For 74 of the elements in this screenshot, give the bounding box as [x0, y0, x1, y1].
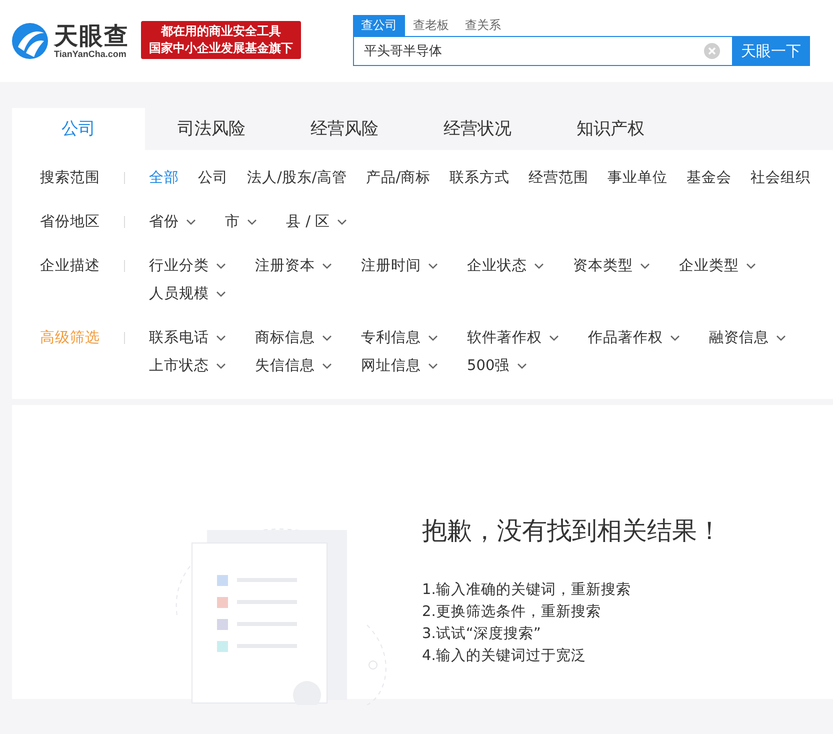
filter-option[interactable]: 产品/商标: [366, 167, 431, 189]
category-tab[interactable]: 经营状况: [411, 108, 544, 150]
filter-dropdown[interactable]: 商标信息: [255, 327, 332, 349]
tip-text: 1.输入准确的关键词，重新搜索: [422, 580, 632, 600]
chevron-down-icon: [216, 262, 226, 270]
empty-title: 抱歉，没有找到相关结果！: [422, 515, 722, 547]
chevron-down-icon: [216, 290, 226, 298]
filter-label: 搜索范围: [40, 169, 101, 188]
filter-dropdown[interactable]: 网址信息: [361, 355, 438, 377]
chevron-down-icon: [247, 218, 257, 226]
chevron-down-icon: [337, 218, 348, 226]
filter-label: 省份地区: [40, 213, 101, 232]
filter-dropdown[interactable]: 失信信息: [255, 355, 332, 377]
tip-text: 2.更换筛选条件，重新搜索: [422, 602, 602, 622]
filter-dropdown[interactable]: 省份: [149, 211, 196, 233]
banner-text: 都在用的商业安全工具: [160, 23, 282, 40]
filter-option[interactable]: 公司: [198, 167, 228, 189]
chevron-down-icon: [549, 334, 559, 342]
filter-dropdown[interactable]: 专利信息: [361, 327, 438, 349]
filter-option[interactable]: 经营范围: [528, 167, 589, 189]
filter-dropdown[interactable]: 资本类型: [573, 255, 650, 277]
chevron-down-icon: [322, 334, 332, 342]
chevron-down-icon: [186, 218, 196, 226]
chevron-down-icon: [322, 262, 332, 270]
logo-icon: [10, 21, 50, 61]
search-button[interactable]: 天眼一下: [732, 36, 810, 66]
tip-text: 4.输入的关键词过于宽泛: [422, 646, 587, 666]
category-tab[interactable]: 经营风险: [278, 108, 411, 150]
filter-option[interactable]: 基金会: [686, 167, 732, 189]
category-tab[interactable]: 公司: [12, 108, 145, 150]
chevron-down-icon: [216, 334, 226, 342]
filter-dropdown[interactable]: 500强: [467, 355, 527, 377]
filter-dropdown[interactable]: 行业分类: [149, 255, 226, 277]
filter-option[interactable]: 事业单位: [608, 167, 668, 189]
filter-dropdown[interactable]: 注册资本: [255, 255, 332, 277]
filter-dropdown[interactable]: 融资信息: [709, 327, 786, 349]
filter-option[interactable]: 法人/股东/高管: [247, 167, 347, 189]
chevron-down-icon: [428, 334, 438, 342]
chevron-down-icon: [776, 334, 786, 342]
chevron-down-icon: [534, 262, 544, 270]
filter-dropdown[interactable]: 人员规模: [149, 283, 226, 305]
chevron-down-icon: [216, 362, 226, 370]
filter-dropdown[interactable]: 作品著作权: [588, 327, 680, 349]
search-tab[interactable]: 查关系: [457, 15, 509, 36]
logo-domain: TianYanCha.com: [54, 49, 128, 59]
filter-dropdown[interactable]: 上市状态: [149, 355, 226, 377]
search-field[interactable]: 平头哥半导体: [353, 36, 732, 66]
clear-icon: [704, 43, 720, 59]
filter-option[interactable]: 联系方式: [450, 167, 510, 189]
search-tab[interactable]: 查老板: [405, 15, 457, 36]
filter-option[interactable]: 社会组织: [750, 167, 811, 189]
banner-text: 国家中小企业发展基金旗下: [149, 40, 293, 57]
chevron-down-icon: [670, 334, 680, 342]
chevron-down-icon: [640, 262, 650, 270]
logo-name: 天眼查: [54, 23, 129, 49]
chevron-down-icon: [428, 362, 438, 370]
filter-label: 企业描述: [40, 257, 101, 276]
search-tab[interactable]: 查公司: [353, 15, 405, 36]
tip-text: 3.试试“深度搜索”: [422, 624, 542, 644]
category-tab[interactable]: 知识产权: [544, 108, 677, 150]
chevron-down-icon: [322, 362, 332, 370]
filter-dropdown[interactable]: 县 / 区: [286, 211, 348, 233]
filter-dropdown[interactable]: 市: [225, 211, 257, 233]
filter-dropdown[interactable]: 软件著作权: [467, 327, 559, 349]
filter-dropdown[interactable]: 注册时间: [361, 255, 438, 277]
filter-label: 高级筛选: [40, 328, 101, 348]
filter-dropdown[interactable]: 企业类型: [679, 255, 756, 277]
filter-option[interactable]: 全部: [149, 167, 179, 189]
filter-dropdown[interactable]: 企业状态: [467, 255, 544, 277]
category-tab[interactable]: 司法风险: [145, 108, 278, 150]
chevron-down-icon: [746, 262, 756, 270]
filter-dropdown[interactable]: 联系电话: [149, 327, 226, 349]
chevron-down-icon: [516, 362, 527, 370]
chevron-down-icon: [428, 262, 438, 270]
